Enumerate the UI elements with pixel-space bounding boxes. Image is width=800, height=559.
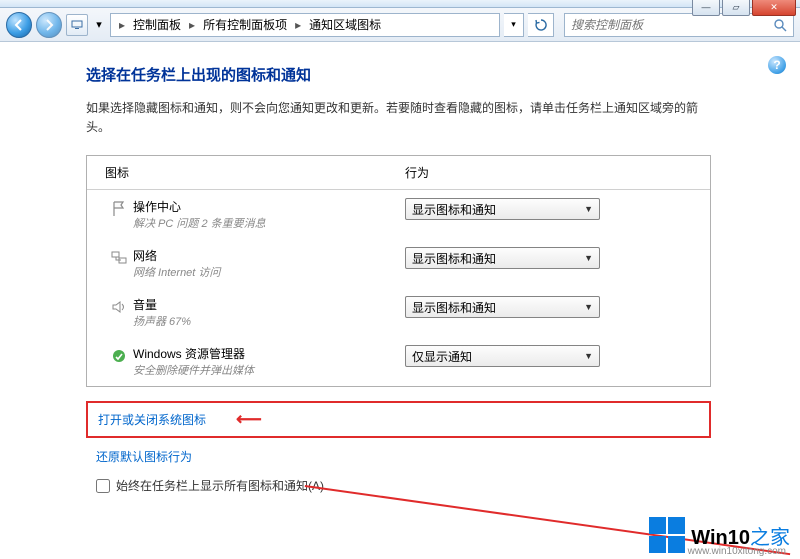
refresh-icon — [535, 19, 547, 31]
flag-icon — [105, 198, 133, 220]
annotation-box: 打开或关闭系统图标 ⟵ — [86, 401, 711, 438]
volume-icon — [105, 296, 133, 318]
title-bar: — ▱ ✕ — [0, 0, 800, 8]
row-sub: 扬声器 67% — [133, 313, 405, 329]
table-row: 操作中心 解决 PC 问题 2 条重要消息 显示图标和通知 ▼ — [87, 190, 710, 239]
crumb-all-items[interactable]: 所有控制面板项 — [201, 14, 289, 35]
forward-arrow-icon — [43, 19, 55, 31]
select-value: 仅显示通知 — [412, 348, 472, 365]
page-intro: 如果选择隐藏图标和通知，则不会向您通知更改和更新。若要随时查看隐藏的图标，请单击… — [86, 99, 716, 137]
table-row: Windows 资源管理器 安全删除硬件并弹出媒体 仅显示通知 ▼ — [87, 337, 710, 386]
help-icon[interactable]: ? — [768, 56, 786, 74]
recent-locations-button[interactable] — [66, 14, 88, 36]
search-icon — [773, 18, 787, 32]
always-show-label: 始终在任务栏上显示所有图标和通知(A) — [116, 477, 324, 494]
row-title: 网络 — [133, 247, 405, 264]
nav-back-button[interactable] — [6, 12, 32, 38]
behavior-select[interactable]: 显示图标和通知 ▼ — [405, 198, 600, 220]
row-title: Windows 资源管理器 — [133, 345, 405, 362]
chevron-down-icon: ▼ — [584, 253, 593, 263]
behavior-select[interactable]: 显示图标和通知 ▼ — [405, 247, 600, 269]
row-title: 音量 — [133, 296, 405, 313]
chevron-down-icon: ▼ — [584, 204, 593, 214]
nav-toolbar: ▾ ▸ 控制面板 ▸ 所有控制面板项 ▸ 通知区域图标 ▾ — [0, 8, 800, 42]
select-value: 显示图标和通知 — [412, 299, 496, 316]
breadcrumb-dropdown-button[interactable]: ▾ — [504, 13, 524, 37]
crumb-dropdown-arrow[interactable]: ▾ — [92, 14, 106, 36]
window-controls: — ▱ ✕ — [692, 0, 796, 16]
header-behavior: 行为 — [405, 164, 692, 181]
refresh-button[interactable] — [528, 13, 554, 37]
monitor-icon — [71, 20, 83, 30]
windows-logo-icon — [649, 517, 685, 553]
table-header: 图标 行为 — [87, 156, 710, 190]
search-input[interactable] — [571, 18, 773, 32]
breadcrumb-bar[interactable]: ▸ 控制面板 ▸ 所有控制面板项 ▸ 通知区域图标 — [110, 13, 500, 37]
window-chrome: — ▱ ✕ ▾ ▸ 控制面板 ▸ 所有控制面板项 ▸ 通知区域图标 ▾ — [0, 0, 800, 559]
crumb-control-panel[interactable]: 控制面板 — [131, 14, 183, 35]
maximize-button[interactable]: ▱ — [722, 0, 750, 16]
behavior-select[interactable]: 仅显示通知 ▼ — [405, 345, 600, 367]
table-row: 音量 扬声器 67% 显示图标和通知 ▼ — [87, 288, 710, 337]
row-sub: 网络 Internet 访问 — [133, 264, 405, 280]
back-arrow-icon — [13, 19, 25, 31]
links-area: 打开或关闭系统图标 ⟵ 还原默认图标行为 始终在任务栏上显示所有图标和通知(A) — [86, 401, 766, 494]
chevron-down-icon: ▾ — [511, 19, 516, 30]
content-area: ? 选择在任务栏上出现的图标和通知 如果选择隐藏图标和通知，则不会向您通知更改和… — [0, 42, 800, 559]
toggle-system-icons-link[interactable]: 打开或关闭系统图标 — [98, 411, 206, 428]
page-title: 选择在任务栏上出现的图标和通知 — [86, 64, 766, 85]
always-show-checkbox-row: 始终在任务栏上显示所有图标和通知(A) — [96, 477, 766, 494]
icon-settings-table: 图标 行为 操作中心 解决 PC 问题 2 条重要消息 显示图标和通知▼ 网 — [86, 155, 711, 387]
crumb-notification-icons[interactable]: 通知区域图标 — [307, 14, 383, 35]
close-button[interactable]: ✕ — [752, 0, 796, 16]
chevron-right-icon: ▸ — [115, 18, 129, 32]
row-sub: 解决 PC 问题 2 条重要消息 — [133, 215, 405, 231]
row-title: 操作中心 — [133, 198, 405, 215]
behavior-select[interactable]: 显示图标和通知 ▼ — [405, 296, 600, 318]
chevron-down-icon: ▼ — [584, 302, 593, 312]
annotation-arrow-icon: ⟵ — [236, 409, 262, 430]
select-value: 显示图标和通知 — [412, 250, 496, 267]
restore-default-link[interactable]: 还原默认图标行为 — [96, 448, 766, 465]
always-show-checkbox[interactable] — [96, 479, 110, 493]
select-value: 显示图标和通知 — [412, 201, 496, 218]
chevron-down-icon: ▼ — [584, 351, 593, 361]
chevron-right-icon: ▸ — [185, 18, 199, 32]
table-row: 网络 网络 Internet 访问 显示图标和通知 ▼ — [87, 239, 710, 288]
chevron-right-icon: ▸ — [291, 18, 305, 32]
watermark-url: www.win10xitong.com — [688, 546, 786, 557]
minimize-button[interactable]: — — [692, 0, 720, 16]
usb-eject-icon — [105, 345, 133, 367]
network-icon — [105, 247, 133, 269]
search-box[interactable] — [564, 13, 794, 37]
header-icon: 图标 — [105, 164, 405, 181]
row-sub: 安全删除硬件并弹出媒体 — [133, 362, 405, 378]
nav-forward-button[interactable] — [36, 12, 62, 38]
